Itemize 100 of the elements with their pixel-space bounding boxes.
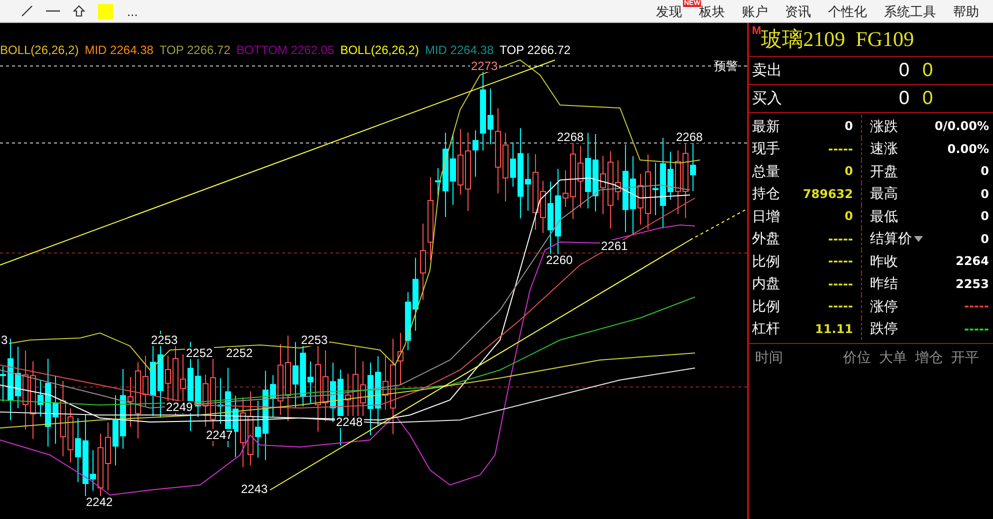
contract-title: 玻璃2109 FG109 [761, 29, 914, 50]
price-label: 2252 [225, 347, 254, 359]
menu-item[interactable]: 板块 [699, 4, 725, 18]
candlestick [165, 355, 171, 403]
stat-value: ----- [828, 298, 853, 316]
legend-text: BOTTOM 2262.05 [236, 44, 334, 56]
stat-label: 杠杆 [752, 319, 780, 338]
candlestick [218, 378, 224, 424]
stat-value: 0.00% [947, 140, 989, 158]
menu-item[interactable]: 帮助 [953, 4, 979, 18]
candlestick [38, 380, 44, 418]
stat-label: 开盘 [870, 162, 898, 181]
stat-value: 0 [844, 118, 853, 136]
candlestick [525, 152, 531, 212]
candlestick [52, 376, 58, 444]
price-label: 2268 [675, 131, 704, 143]
candlestick [292, 342, 298, 409]
stat-value: ----- [828, 276, 853, 293]
stat-value: 2264 [956, 253, 989, 270]
stat-label: 最高 [870, 184, 898, 204]
price-label: 2253 [300, 334, 329, 346]
candlestick [112, 394, 118, 466]
candlestick [578, 146, 584, 208]
stat-value: 789632 [802, 186, 853, 203]
price-label: 2243 [240, 483, 269, 495]
dropdown-caret-icon[interactable] [914, 236, 923, 242]
menu-item[interactable]: 系统工具 [884, 4, 936, 18]
price-label: 3 [0, 334, 9, 346]
stat-value: ----- [828, 230, 853, 248]
order-volume: 0 [921, 59, 934, 83]
stat-value: ----- [964, 298, 989, 316]
legend-text: MID 2264.38 [84, 44, 154, 56]
candlestick [600, 155, 606, 215]
menu-item[interactable]: 账户 [742, 4, 768, 18]
stat-label: 跌停 [870, 319, 898, 338]
candlestick [540, 180, 546, 234]
alert-label[interactable]: 预警 [714, 60, 738, 72]
order-price: 0 [898, 87, 910, 111]
legend-text: MID 2264.38 [424, 44, 494, 56]
market-marker: M [752, 26, 762, 37]
price-label: 2260 [545, 254, 574, 266]
stat-label: 速涨 [870, 139, 898, 158]
column-header: 开平 [950, 348, 979, 366]
candlestick [330, 362, 336, 423]
candlestick [240, 396, 246, 468]
menu-item[interactable]: 资讯 [785, 4, 811, 18]
column-header: 时间 [755, 348, 784, 366]
price-label: 2253 [150, 334, 179, 346]
stat-value: 11.11 [815, 320, 853, 338]
legend-text: TOP 2266.72 [500, 44, 571, 56]
stat-value: ----- [964, 320, 989, 338]
stat-label: 涨跌 [870, 116, 898, 136]
order-volume: 0 [921, 87, 934, 111]
candlestick [0, 366, 6, 402]
stat-value: 0/0.00% [934, 118, 989, 136]
price-label: 2247 [205, 429, 234, 441]
more-button[interactable]: ... [121, 4, 144, 18]
candlestick [435, 168, 441, 196]
candlestick [308, 360, 314, 404]
candlestick [105, 422, 111, 491]
candlestick [615, 160, 621, 201]
column-header: 大单 [878, 348, 907, 366]
order-side-label: 买入 [752, 89, 783, 109]
stat-label: 昨结 [870, 274, 898, 294]
stat-label: 最低 [870, 206, 898, 226]
stat-value: 0 [844, 163, 853, 180]
column-header: 增仓 [914, 348, 943, 366]
price-label: 2261 [600, 240, 629, 252]
menu-item[interactable]: 个性化 [828, 4, 867, 18]
legend-text: TOP 2266.72 [159, 44, 230, 56]
stat-label: 涨停 [870, 296, 898, 316]
price-label: 2252 [185, 347, 214, 359]
stat-value: 0 [980, 230, 989, 248]
candlestick [562, 170, 568, 208]
price-label: 2249 [165, 401, 194, 413]
stat-label: 比例 [752, 252, 780, 271]
stat-value: 0 [980, 186, 989, 203]
candlestick [652, 162, 658, 216]
price-label: 2248 [335, 416, 364, 428]
candlestick [638, 173, 644, 226]
candlestick [488, 88, 494, 145]
stat-label: 比例 [752, 296, 780, 316]
stat-value: ----- [828, 140, 853, 158]
stat-value: 2253 [956, 276, 989, 293]
color-swatch-icon[interactable] [98, 4, 113, 18]
trend-line-extension [690, 210, 746, 240]
order-side-label: 卖出 [752, 61, 783, 81]
stat-label: 现手 [752, 139, 780, 158]
price-label: 2242 [85, 496, 114, 508]
stat-label: 最新 [752, 116, 780, 136]
candlestick [142, 355, 148, 407]
candlestick [375, 356, 381, 427]
stat-label: 持仓 [752, 184, 780, 204]
candlestick [398, 332, 404, 386]
stat-label: 结算价 [870, 229, 912, 248]
candlestick [68, 408, 74, 463]
candlestick [128, 376, 134, 428]
order-price: 0 [898, 59, 910, 83]
candlestick [195, 356, 201, 418]
menu-item[interactable]: 发现 [656, 4, 682, 18]
